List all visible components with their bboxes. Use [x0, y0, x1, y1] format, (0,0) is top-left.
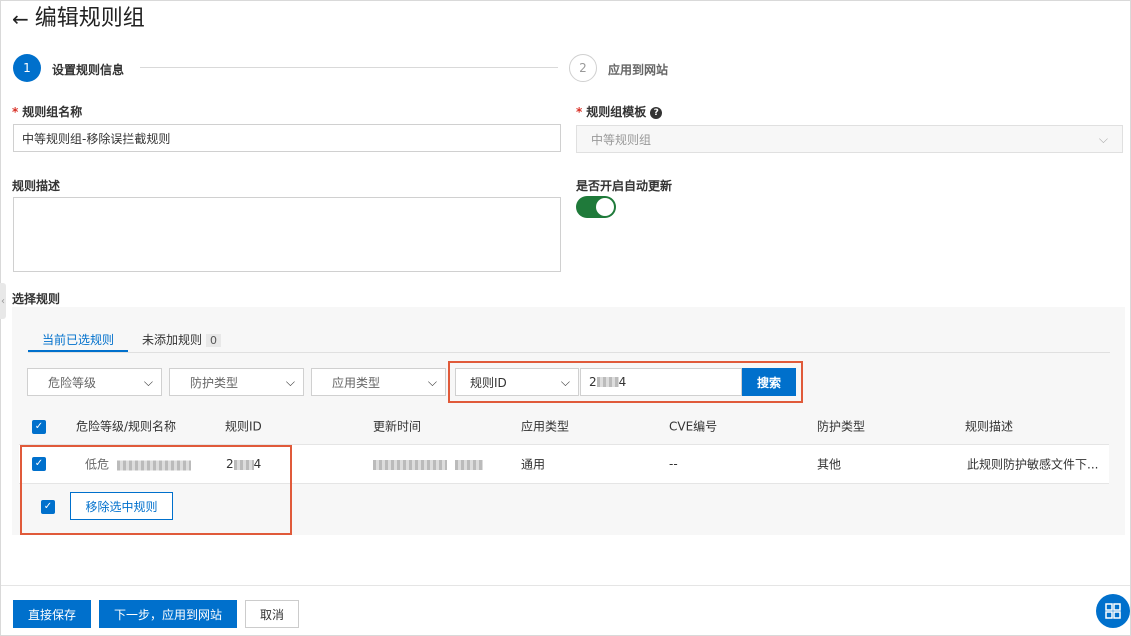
tabs-divider	[28, 352, 1110, 353]
chevron-down-icon: ⌵	[427, 374, 437, 389]
template-select: 中等规则组 ⌵	[576, 125, 1123, 153]
col-header: 规则描述	[965, 419, 1014, 434]
rule-group-name-input[interactable]: 中等规则组-移除误拦截规则	[13, 124, 561, 152]
template-select-value: 中等规则组	[591, 132, 652, 147]
col-header: 规则ID	[225, 419, 262, 434]
blurred-text	[596, 377, 619, 387]
chevron-down-icon: ⌵	[143, 374, 153, 389]
col-header: 防护类型	[817, 419, 866, 434]
required-mark: *	[576, 105, 583, 119]
collapse-handle-icon[interactable]: ‹	[0, 283, 6, 319]
name-field-label: * 规则组名称	[12, 105, 83, 119]
rule-description-textarea[interactable]	[13, 197, 561, 272]
row-description: 此规则防护敏感文件下...	[967, 457, 1099, 472]
search-field-select[interactable]: 规则ID ⌵	[455, 368, 579, 396]
blurred-text	[454, 459, 483, 470]
template-field-label: * 规则组模板?	[576, 103, 663, 120]
col-header: 应用类型	[521, 419, 570, 434]
cancel-button[interactable]: 取消	[245, 600, 299, 628]
tab-unadded-rules[interactable]: 未添加规则 0	[142, 331, 222, 348]
step-1-label: 设置规则信息	[52, 63, 125, 77]
chevron-down-icon: ⌵	[285, 374, 295, 389]
tab-unadded-label: 未添加规则	[142, 333, 203, 347]
apps-grid-icon[interactable]	[1096, 594, 1130, 628]
select-rules-label: 选择规则	[12, 292, 61, 306]
footer-divider	[1, 585, 1130, 586]
tab-selected-rules[interactable]: 当前已选规则	[42, 331, 114, 348]
search-input[interactable]: 24	[580, 368, 742, 396]
grid-icon	[1105, 603, 1121, 619]
col-header: 更新时间	[373, 419, 422, 434]
protect-type-value: 防护类型	[190, 375, 239, 390]
step-connector	[140, 67, 558, 68]
chevron-down-icon: ⌵	[1098, 131, 1108, 146]
auto-update-label: 是否开启自动更新	[576, 179, 673, 193]
remove-selected-rules-button[interactable]: 移除选中规则	[70, 492, 173, 520]
next-apply-button[interactable]: 下一步，应用到网站	[99, 600, 237, 628]
row-app-type: 通用	[521, 457, 546, 472]
auto-update-toggle[interactable]	[576, 196, 616, 218]
back-arrow-icon[interactable]: ←	[12, 9, 29, 29]
step-2-label: 应用到网站	[608, 63, 669, 77]
step-1-circle: 1	[13, 54, 41, 82]
bulk-select-checkbox[interactable]: ✓	[41, 500, 55, 514]
row-cve: --	[669, 457, 678, 471]
app-type-value: 应用类型	[332, 375, 381, 390]
table-header: ✓ 危险等级/规则名称 规则ID 更新时间 应用类型 CVE编号 防护类型 规则…	[19, 408, 1109, 444]
blurred-text	[373, 459, 447, 470]
chevron-down-icon: ⌵	[560, 374, 570, 389]
risk-level-value: 危险等级	[48, 375, 97, 390]
tab-count-badge: 0	[206, 334, 222, 347]
risk-level-select[interactable]: 危险等级 ⌵	[27, 368, 162, 396]
step-2-circle: 2	[569, 54, 597, 82]
col-header: 危险等级/规则名称	[76, 419, 177, 434]
col-header: CVE编号	[669, 419, 718, 434]
search-field-value: 规则ID	[470, 375, 507, 390]
row-update-time	[373, 457, 483, 471]
search-value-suffix: 4	[618, 375, 627, 389]
help-icon[interactable]: ?	[650, 106, 663, 119]
protect-type-select[interactable]: 防护类型 ⌵	[169, 368, 304, 396]
app-type-select[interactable]: 应用类型 ⌵	[311, 368, 446, 396]
page-title: 编辑规则组	[34, 6, 145, 31]
save-button[interactable]: 直接保存	[13, 600, 91, 628]
select-all-checkbox[interactable]: ✓	[32, 420, 46, 434]
toggle-knob	[596, 198, 614, 216]
search-button[interactable]: 搜索	[742, 368, 796, 396]
row-protect-type: 其他	[817, 457, 842, 472]
search-value-prefix: 2	[589, 375, 597, 389]
required-mark: *	[12, 105, 19, 119]
desc-field-label: 规则描述	[12, 179, 61, 193]
title-bar: ← 编辑规则组	[12, 8, 145, 30]
row-highlight-box	[20, 445, 292, 535]
